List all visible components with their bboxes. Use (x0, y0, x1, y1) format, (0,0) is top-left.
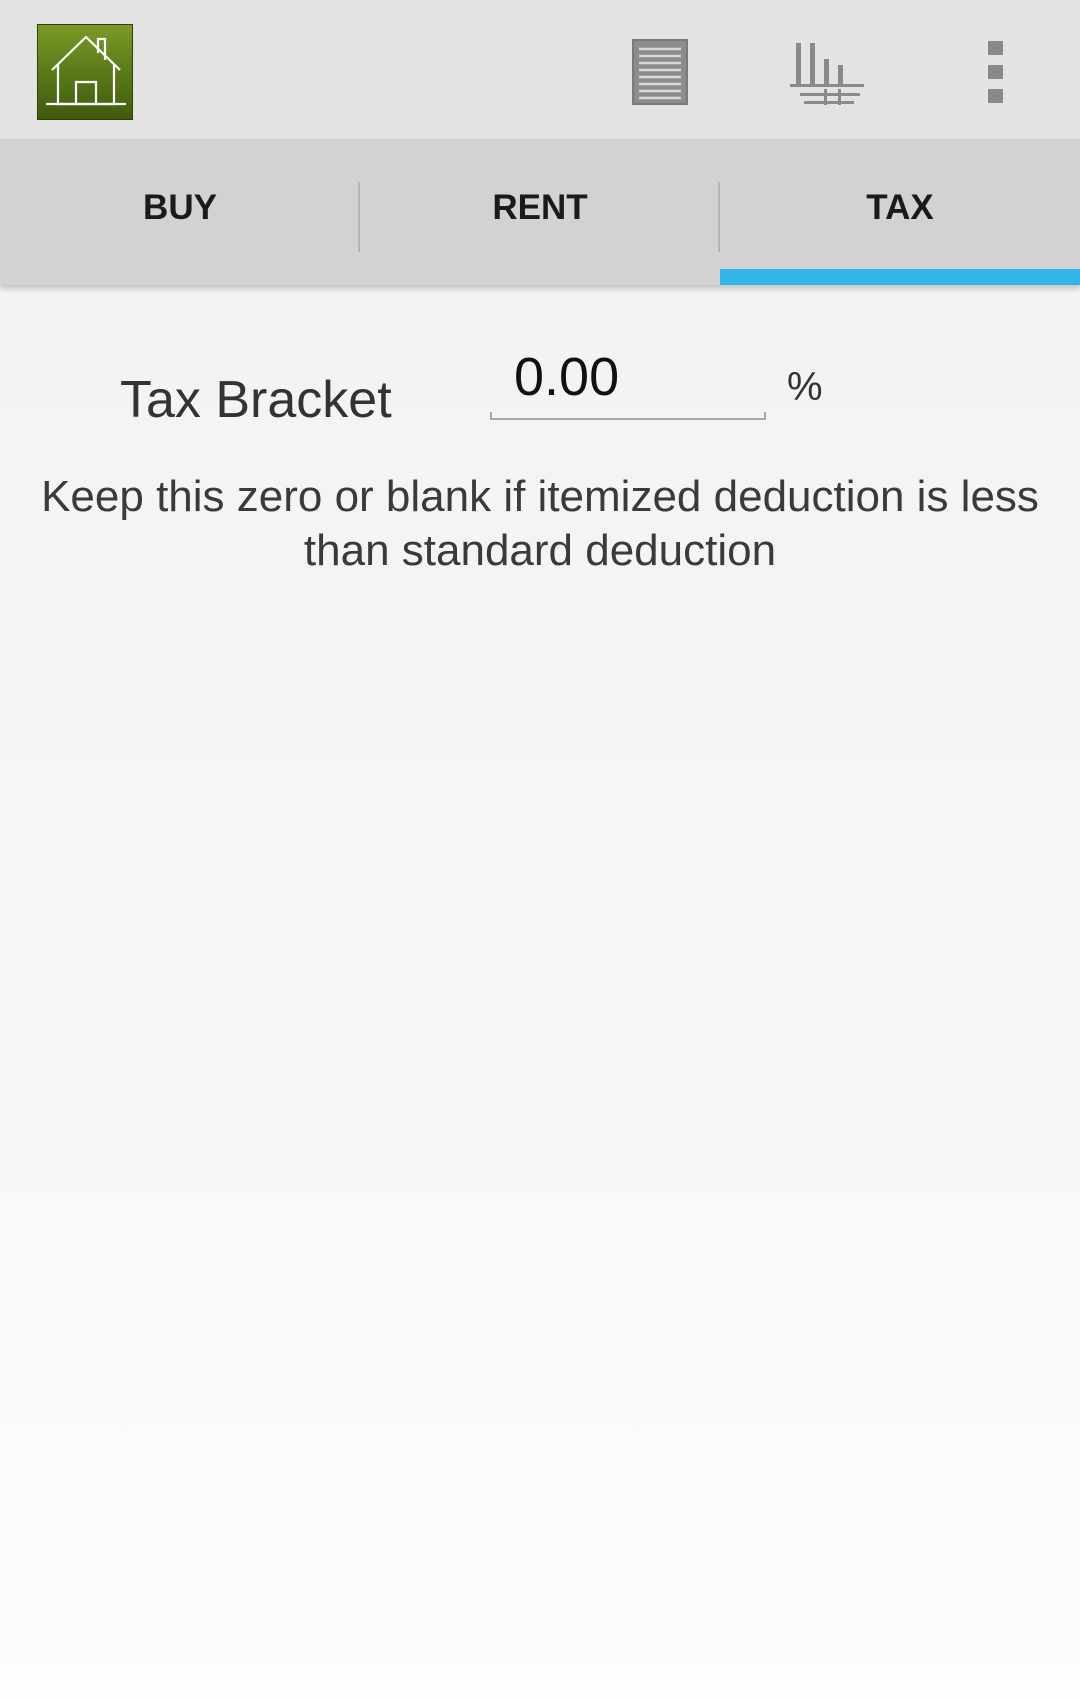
tab-label: BUY (143, 187, 217, 227)
tab-buy[interactable]: BUY (0, 140, 360, 285)
percent-unit: % (787, 365, 823, 409)
bar-chart-icon[interactable] (785, 30, 871, 114)
house-logo-icon[interactable] (37, 24, 133, 120)
tax-bracket-label: Tax Bracket (120, 371, 392, 429)
action-bar (0, 0, 1080, 140)
list-icon[interactable] (620, 30, 700, 114)
tab-tax[interactable]: TAX (720, 140, 1080, 285)
deduction-hint: Keep this zero or blank if itemized dedu… (41, 472, 1039, 575)
tax-bracket-field (490, 340, 766, 420)
selected-tab-indicator (720, 269, 1080, 285)
tab-label: TAX (866, 187, 934, 227)
tax-bracket-input[interactable] (490, 340, 766, 414)
input-underline (490, 412, 766, 420)
tab-label: RENT (492, 187, 588, 227)
overflow-menu-icon[interactable] (975, 30, 1017, 114)
tab-rent[interactable]: RENT (360, 140, 720, 285)
tab-bar: BUY RENT TAX (0, 140, 1080, 285)
